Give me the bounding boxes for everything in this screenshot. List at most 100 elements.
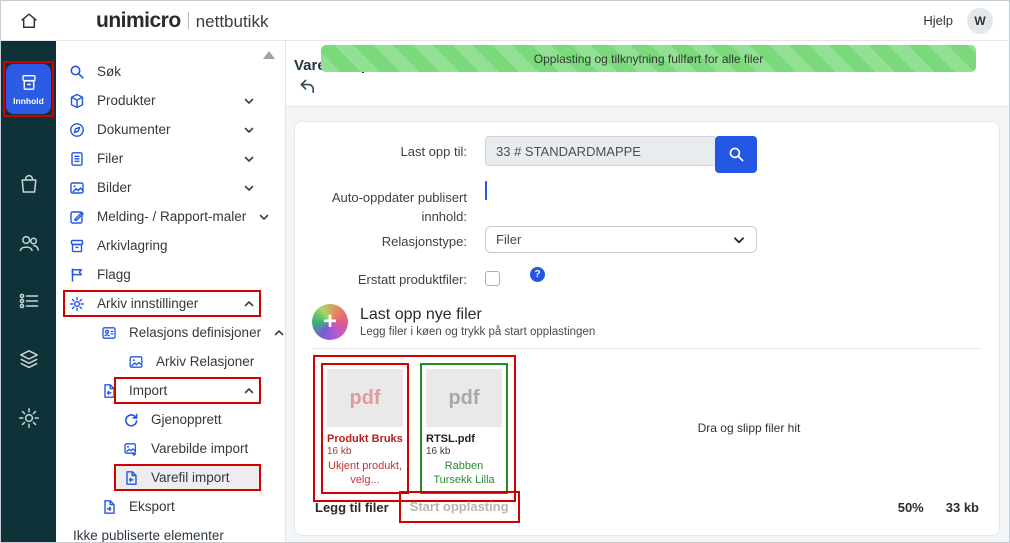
- sidebar-item-label: Bilder: [97, 180, 132, 195]
- sidebar-item-relasjons-definisjoner[interactable]: Relasjons definisjoner: [56, 318, 285, 347]
- upload-title: Last opp nye filer: [360, 306, 595, 324]
- brand-divider: [188, 12, 189, 30]
- sidebar-item-label: Ikke publiserte elementer: [73, 528, 224, 542]
- annotation-box-file-queue: pdf Produkt Bruks... 16 kb Ukjent produk…: [313, 355, 516, 502]
- file-name: Produkt Bruks...: [327, 433, 403, 445]
- auto-update-label: Auto-oppdater publisert innhold:: [295, 182, 467, 227]
- sidebar-item-dokumenter[interactable]: Dokumenter: [56, 115, 285, 144]
- rail-item-settings[interactable]: [1, 406, 56, 430]
- sidebar-item-ikke-publiserte-elementer[interactable]: Ikke publiserte elementer: [56, 521, 285, 542]
- help-link[interactable]: Hjelp: [923, 13, 953, 28]
- archive-icon: [69, 238, 85, 254]
- sidebar-item-label: Melding- / Rapport-maler: [97, 209, 246, 224]
- icon-rail: Innhold: [1, 41, 56, 542]
- file-size: 16 kb: [327, 446, 403, 457]
- upload-to-label: Last opp til:: [295, 136, 467, 162]
- users-icon: [17, 231, 41, 255]
- replace-files-checkbox[interactable]: [485, 271, 500, 286]
- image-icon: [69, 180, 85, 196]
- import-card: Last opp til: Auto-oppdater publisert in…: [294, 121, 1000, 536]
- sidebar-item-arkivlagring[interactable]: Arkivlagring: [56, 231, 285, 260]
- home-icon[interactable]: [1, 10, 56, 32]
- sidebar-item-gjenopprett[interactable]: Gjenopprett: [56, 405, 285, 434]
- relation-type-value: Filer: [496, 232, 521, 247]
- rail-item-orders[interactable]: [1, 289, 56, 313]
- sidebar-item-melding-rapport-maler[interactable]: Melding- / Rapport-maler: [56, 202, 285, 231]
- sidebar-item-label: Produkter: [97, 93, 156, 108]
- file-size: 16 kb: [426, 446, 502, 457]
- back-arrow-icon[interactable]: [298, 77, 317, 101]
- sidebar-item-label: Gjenopprett: [151, 412, 222, 427]
- sidebar-item-produkter[interactable]: Produkter: [56, 86, 285, 115]
- form-row-relation-type: Relasjonstype: Filer: [295, 226, 999, 264]
- form-row-auto-update: Auto-oppdater publisert innhold:: [295, 182, 999, 226]
- brand-logo: unimicro nettbutikk: [96, 9, 268, 33]
- relation-type-label: Relasjonstype:: [295, 226, 467, 252]
- sidebar-item-arkiv-innstillinger[interactable]: Arkiv innstillinger: [56, 289, 285, 318]
- chevron-down-icon: [243, 153, 255, 165]
- brand-name: unimicro: [96, 9, 181, 33]
- file-import-icon: [101, 383, 117, 399]
- relation-type-select[interactable]: Filer: [485, 226, 757, 253]
- sidebar-item-arkiv-relasjoner[interactable]: Arkiv Relasjoner: [56, 347, 285, 376]
- files-area: pdf Produkt Bruks... 16 kb Ukjent produk…: [295, 355, 999, 502]
- card-footer: Legg til filer Start opplasting 50% 33 k…: [315, 491, 979, 523]
- progress-percent: 50%: [898, 500, 924, 515]
- divider: [312, 348, 982, 349]
- gear-icon: [69, 296, 85, 312]
- gear-icon: [17, 406, 41, 430]
- brand-suffix: nettbutikk: [196, 12, 269, 32]
- dropzone[interactable]: Dra og slipp filer hit: [516, 355, 982, 502]
- sidebar-item-label: Relasjons definisjoner: [129, 325, 261, 340]
- sidebar-item-filer[interactable]: Filer: [56, 144, 285, 173]
- rail-item-innhold[interactable]: Innhold: [6, 64, 51, 114]
- app-window: unimicro nettbutikk Hjelp W Innhold: [0, 0, 1010, 543]
- help-question-icon[interactable]: ?: [530, 267, 545, 282]
- flag-icon: [69, 267, 85, 283]
- sidebar-item-bilder[interactable]: Bilder: [56, 173, 285, 202]
- replace-files-label: Erstatt produktfiler:: [295, 264, 467, 290]
- refresh-icon: [123, 412, 139, 428]
- rail-item-customers[interactable]: [1, 231, 56, 255]
- chevron-down-icon: [243, 182, 255, 194]
- folder-search-button[interactable]: [715, 136, 757, 173]
- image-card-icon: [128, 354, 144, 370]
- content-area: Last opp til: Auto-oppdater publisert in…: [286, 107, 1009, 542]
- annotation-box-start-upload: Start opplasting: [399, 491, 520, 523]
- upload-to-input[interactable]: [485, 136, 715, 166]
- sidebar-item-varebilde-import[interactable]: Varebilde import: [56, 434, 285, 463]
- shopping-bag-icon: [17, 172, 41, 196]
- auto-update-checkbox[interactable]: [485, 181, 487, 200]
- cube-icon: [69, 93, 85, 109]
- start-upload-button[interactable]: Start opplasting: [410, 499, 509, 514]
- annotation-box-innhold: Innhold: [3, 61, 54, 117]
- success-banner: Opplasting og tilknytning fullført for a…: [321, 45, 976, 72]
- chevron-down-icon: [732, 233, 746, 247]
- rail-item-shop[interactable]: [1, 172, 56, 196]
- top-header: unimicro nettbutikk Hjelp W: [1, 1, 1009, 41]
- sidebar-item-label: Dokumenter: [97, 122, 171, 137]
- total-size: 33 kb: [946, 500, 979, 515]
- form-row-upload-to: Last opp til:: [295, 136, 999, 182]
- plus-icon: +: [312, 304, 348, 340]
- pdf-thumbnail: pdf: [426, 369, 502, 427]
- id-card-icon: [101, 325, 117, 341]
- image-import-icon: [123, 441, 139, 457]
- sidebar-item-varefil-import[interactable]: Varefil import: [56, 463, 285, 492]
- rail-item-modules[interactable]: [1, 347, 56, 371]
- sidebar-item-import[interactable]: Import: [56, 376, 285, 405]
- sidebar-item-label: Eksport: [129, 499, 175, 514]
- sidebar-item-flagg[interactable]: Flagg: [56, 260, 285, 289]
- sidebar-item-label: Import: [129, 383, 167, 398]
- compass-icon: [69, 122, 85, 138]
- sidebar-item-eksport[interactable]: Eksport: [56, 492, 285, 521]
- main-area: Varefil import Opplasting og tilknytning…: [286, 41, 1009, 542]
- sidebar-item-label: Filer: [97, 151, 123, 166]
- add-files-button[interactable]: Legg til filer: [315, 500, 389, 515]
- avatar[interactable]: W: [967, 8, 993, 34]
- file-card-error[interactable]: pdf Produkt Bruks... 16 kb Ukjent produk…: [321, 363, 409, 494]
- pdf-thumbnail: pdf: [327, 369, 403, 427]
- sidebar-item-sok[interactable]: Søk: [56, 57, 285, 86]
- chevron-down-icon: [243, 124, 255, 136]
- file-card-ok[interactable]: pdf RTSL.pdf 16 kb Rabben Tursekk Lilla: [420, 363, 508, 494]
